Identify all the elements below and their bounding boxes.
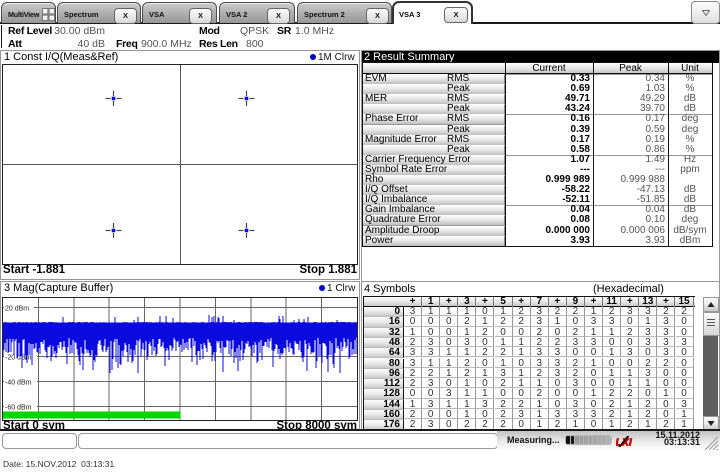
svg-text:20 dBm: 20 dBm [5,306,29,313]
svg-text:-60 dBm: -60 dBm [5,405,32,412]
svg-text:-40 dBm: -40 dBm [5,380,32,387]
